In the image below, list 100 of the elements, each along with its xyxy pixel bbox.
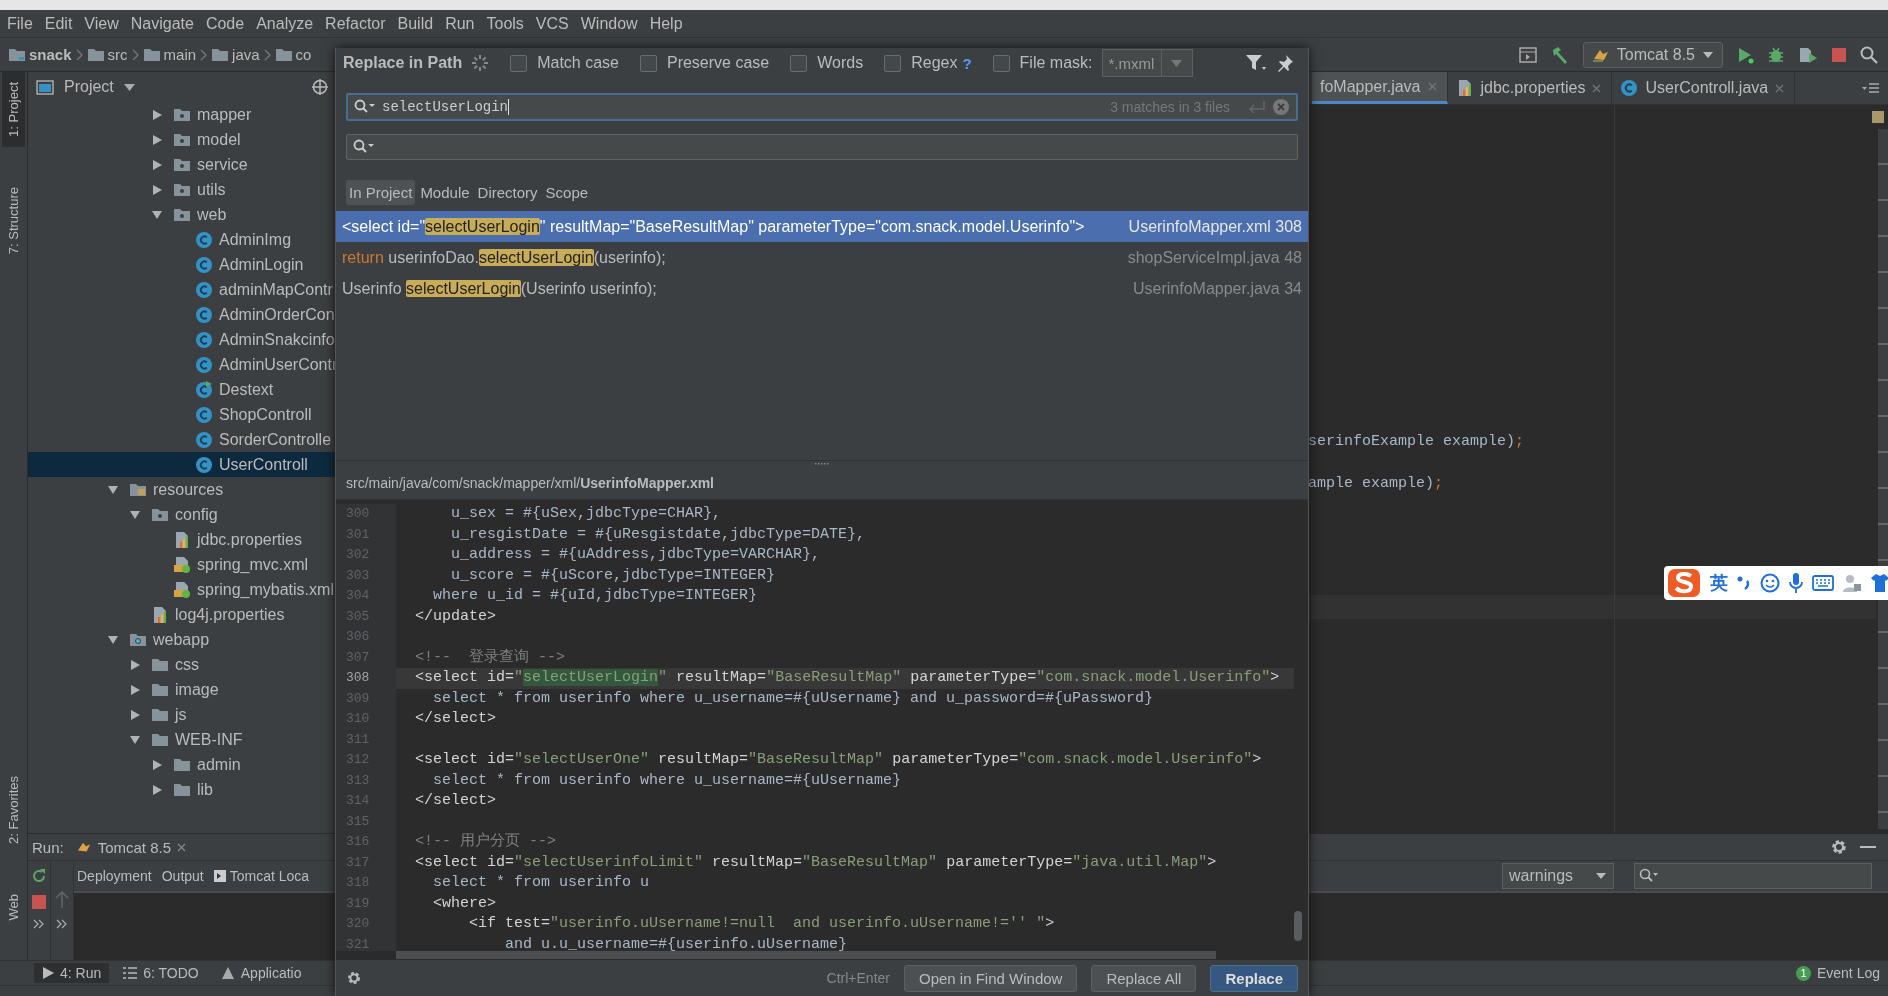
- tree-item[interactable]: AdminImg: [28, 227, 336, 252]
- coverage-icon[interactable]: [1798, 45, 1818, 64]
- editor-tab[interactable]: UserControll.java: [1612, 72, 1796, 104]
- option-checkbox[interactable]: File mask:: [992, 54, 1093, 72]
- tree-item[interactable]: UserControll: [28, 452, 336, 477]
- search-icon[interactable]: [1860, 45, 1878, 64]
- tree-item[interactable]: jdbc.properties: [28, 527, 336, 552]
- tree-item[interactable]: spring_mvc.xml: [28, 552, 336, 577]
- dialog-button[interactable]: Replace All: [1091, 964, 1197, 992]
- event-log-button[interactable]: 1 Event Log: [1795, 965, 1880, 981]
- breadcrumb-item[interactable]: co: [274, 46, 312, 63]
- breadcrumb-item[interactable]: main: [142, 46, 197, 63]
- expand-arrow-icon[interactable]: [107, 483, 119, 496]
- dialog-button[interactable]: Open in Find Window: [904, 964, 1078, 992]
- tool-window-button[interactable]: 1: Project: [2, 72, 25, 147]
- menu-item[interactable]: View: [78, 14, 125, 33]
- collapse-arrow-icon[interactable]: [151, 183, 163, 196]
- filter-dropdown[interactable]: warnings: [1502, 863, 1614, 889]
- scope-tab[interactable]: In Project: [346, 180, 416, 205]
- splitter-handle[interactable]: [814, 462, 830, 466]
- close-icon[interactable]: [1775, 83, 1785, 93]
- close-icon[interactable]: [177, 842, 187, 852]
- menu-item[interactable]: Tools: [480, 14, 530, 33]
- emoji-icon[interactable]: [1760, 573, 1780, 593]
- file-mask-field[interactable]: *.mxml: [1101, 49, 1193, 77]
- project-view-dropdown[interactable]: Project: [36, 78, 135, 96]
- option-checkbox[interactable]: Words: [790, 54, 864, 72]
- run-tab[interactable]: Tomcat 8.5: [75, 838, 187, 856]
- breadcrumb-item[interactable]: snack: [8, 46, 72, 63]
- help-link[interactable]: ?: [962, 54, 972, 72]
- search-result-row[interactable]: Userinfo selectUserLogin(Userinfo userinfo); UserinfoMapper.java 34: [336, 273, 1308, 304]
- run-config-dropdown[interactable]: Tomcat 8.5: [1582, 41, 1723, 68]
- search-icon[interactable]: [353, 139, 375, 155]
- option-checkbox[interactable]: Preserve case: [639, 54, 770, 72]
- menu-item[interactable]: Refactor: [319, 14, 392, 33]
- menu-item[interactable]: Edit: [38, 14, 79, 33]
- filter-icon[interactable]: [1245, 54, 1267, 72]
- tree-item[interactable]: AdminSnakcinfo: [28, 327, 336, 352]
- bug-icon[interactable]: [1767, 45, 1785, 64]
- collapse-arrow-icon[interactable]: [151, 108, 163, 121]
- window-icon[interactable]: [1518, 46, 1537, 63]
- tree-item[interactable]: image: [28, 677, 336, 702]
- tree-item[interactable]: WEB-INF: [28, 727, 336, 752]
- settings-icon[interactable]: [1830, 838, 1848, 856]
- tree-item[interactable]: config: [28, 502, 336, 527]
- menu-item[interactable]: Build: [391, 14, 440, 33]
- search-result-row[interactable]: return userinfoDao.selectUserLogin(userinfo); shopServiceImpl.java 48: [336, 242, 1308, 273]
- tree-item[interactable]: model: [28, 127, 336, 152]
- tree-item[interactable]: log4j.properties: [28, 602, 336, 627]
- menu-item[interactable]: Code: [199, 14, 251, 33]
- scope-tab[interactable]: Module: [417, 180, 473, 205]
- tree-item[interactable]: AdminOrderCon: [28, 302, 336, 327]
- collapse-arrow-icon[interactable]: [129, 658, 141, 671]
- tool-window-button[interactable]: Web: [2, 883, 25, 930]
- option-checkbox[interactable]: Match case: [510, 54, 619, 72]
- tree-item[interactable]: AdminLogin: [28, 252, 336, 277]
- expand-arrow-icon[interactable]: [151, 208, 163, 221]
- search-icon[interactable]: [354, 99, 376, 115]
- input-mode-indicator[interactable]: 英: [1710, 571, 1728, 595]
- stop-icon[interactable]: [1831, 46, 1847, 63]
- replace-field[interactable]: [346, 134, 1298, 160]
- keyboard-icon[interactable]: [1812, 575, 1834, 591]
- tree-item[interactable]: web: [28, 202, 336, 227]
- tree-item[interactable]: admin: [28, 752, 336, 777]
- tool-window-button[interactable]: Applicatio: [212, 963, 310, 983]
- tree-item[interactable]: SorderControlle: [28, 427, 336, 452]
- tree-item[interactable]: service: [28, 152, 336, 177]
- tool-window-button[interactable]: 6: TODO: [115, 963, 207, 983]
- collapse-arrow-icon[interactable]: [129, 683, 141, 696]
- editor-tab[interactable]: jdbc.properties: [1447, 72, 1613, 104]
- tree-item[interactable]: mapper: [28, 102, 336, 127]
- menu-item[interactable]: Analyze: [250, 14, 320, 33]
- tree-item[interactable]: webapp: [28, 627, 336, 652]
- collapse-arrow-icon[interactable]: [151, 758, 163, 771]
- shirt-icon[interactable]: [1870, 573, 1888, 593]
- menu-item[interactable]: Window: [574, 14, 644, 33]
- run-icon[interactable]: [1736, 45, 1754, 64]
- tree-item[interactable]: css: [28, 652, 336, 677]
- tree-item[interactable]: lib: [28, 777, 336, 802]
- expand-arrow-icon[interactable]: [107, 633, 119, 646]
- search-field[interactable]: [1634, 863, 1872, 889]
- menu-item[interactable]: VCS: [529, 14, 575, 33]
- settings-icon[interactable]: [346, 970, 362, 986]
- collapse-arrow-icon[interactable]: [129, 708, 141, 721]
- tree-item[interactable]: adminMapContr: [28, 277, 336, 302]
- breadcrumb-item[interactable]: src: [86, 46, 128, 63]
- scrollbar-thumb[interactable]: [396, 951, 1216, 959]
- editor-tab[interactable]: foMapper.java: [1312, 72, 1448, 104]
- clear-icon[interactable]: [1272, 98, 1290, 116]
- dialog-button[interactable]: Replace: [1210, 964, 1298, 992]
- target-icon[interactable]: [312, 79, 328, 95]
- option-checkbox[interactable]: Regex: [884, 54, 958, 72]
- close-icon[interactable]: [1592, 83, 1602, 93]
- tree-item[interactable]: Destext: [28, 377, 336, 402]
- user-icon[interactable]: [1842, 573, 1862, 593]
- run-subtab[interactable]: Tomcat Loca: [210, 868, 313, 884]
- tree-item[interactable]: js: [28, 702, 336, 727]
- chevrons-icon[interactable]: [56, 919, 68, 929]
- chevrons-icon[interactable]: [33, 919, 45, 929]
- input-method-logo-icon[interactable]: [1666, 567, 1702, 599]
